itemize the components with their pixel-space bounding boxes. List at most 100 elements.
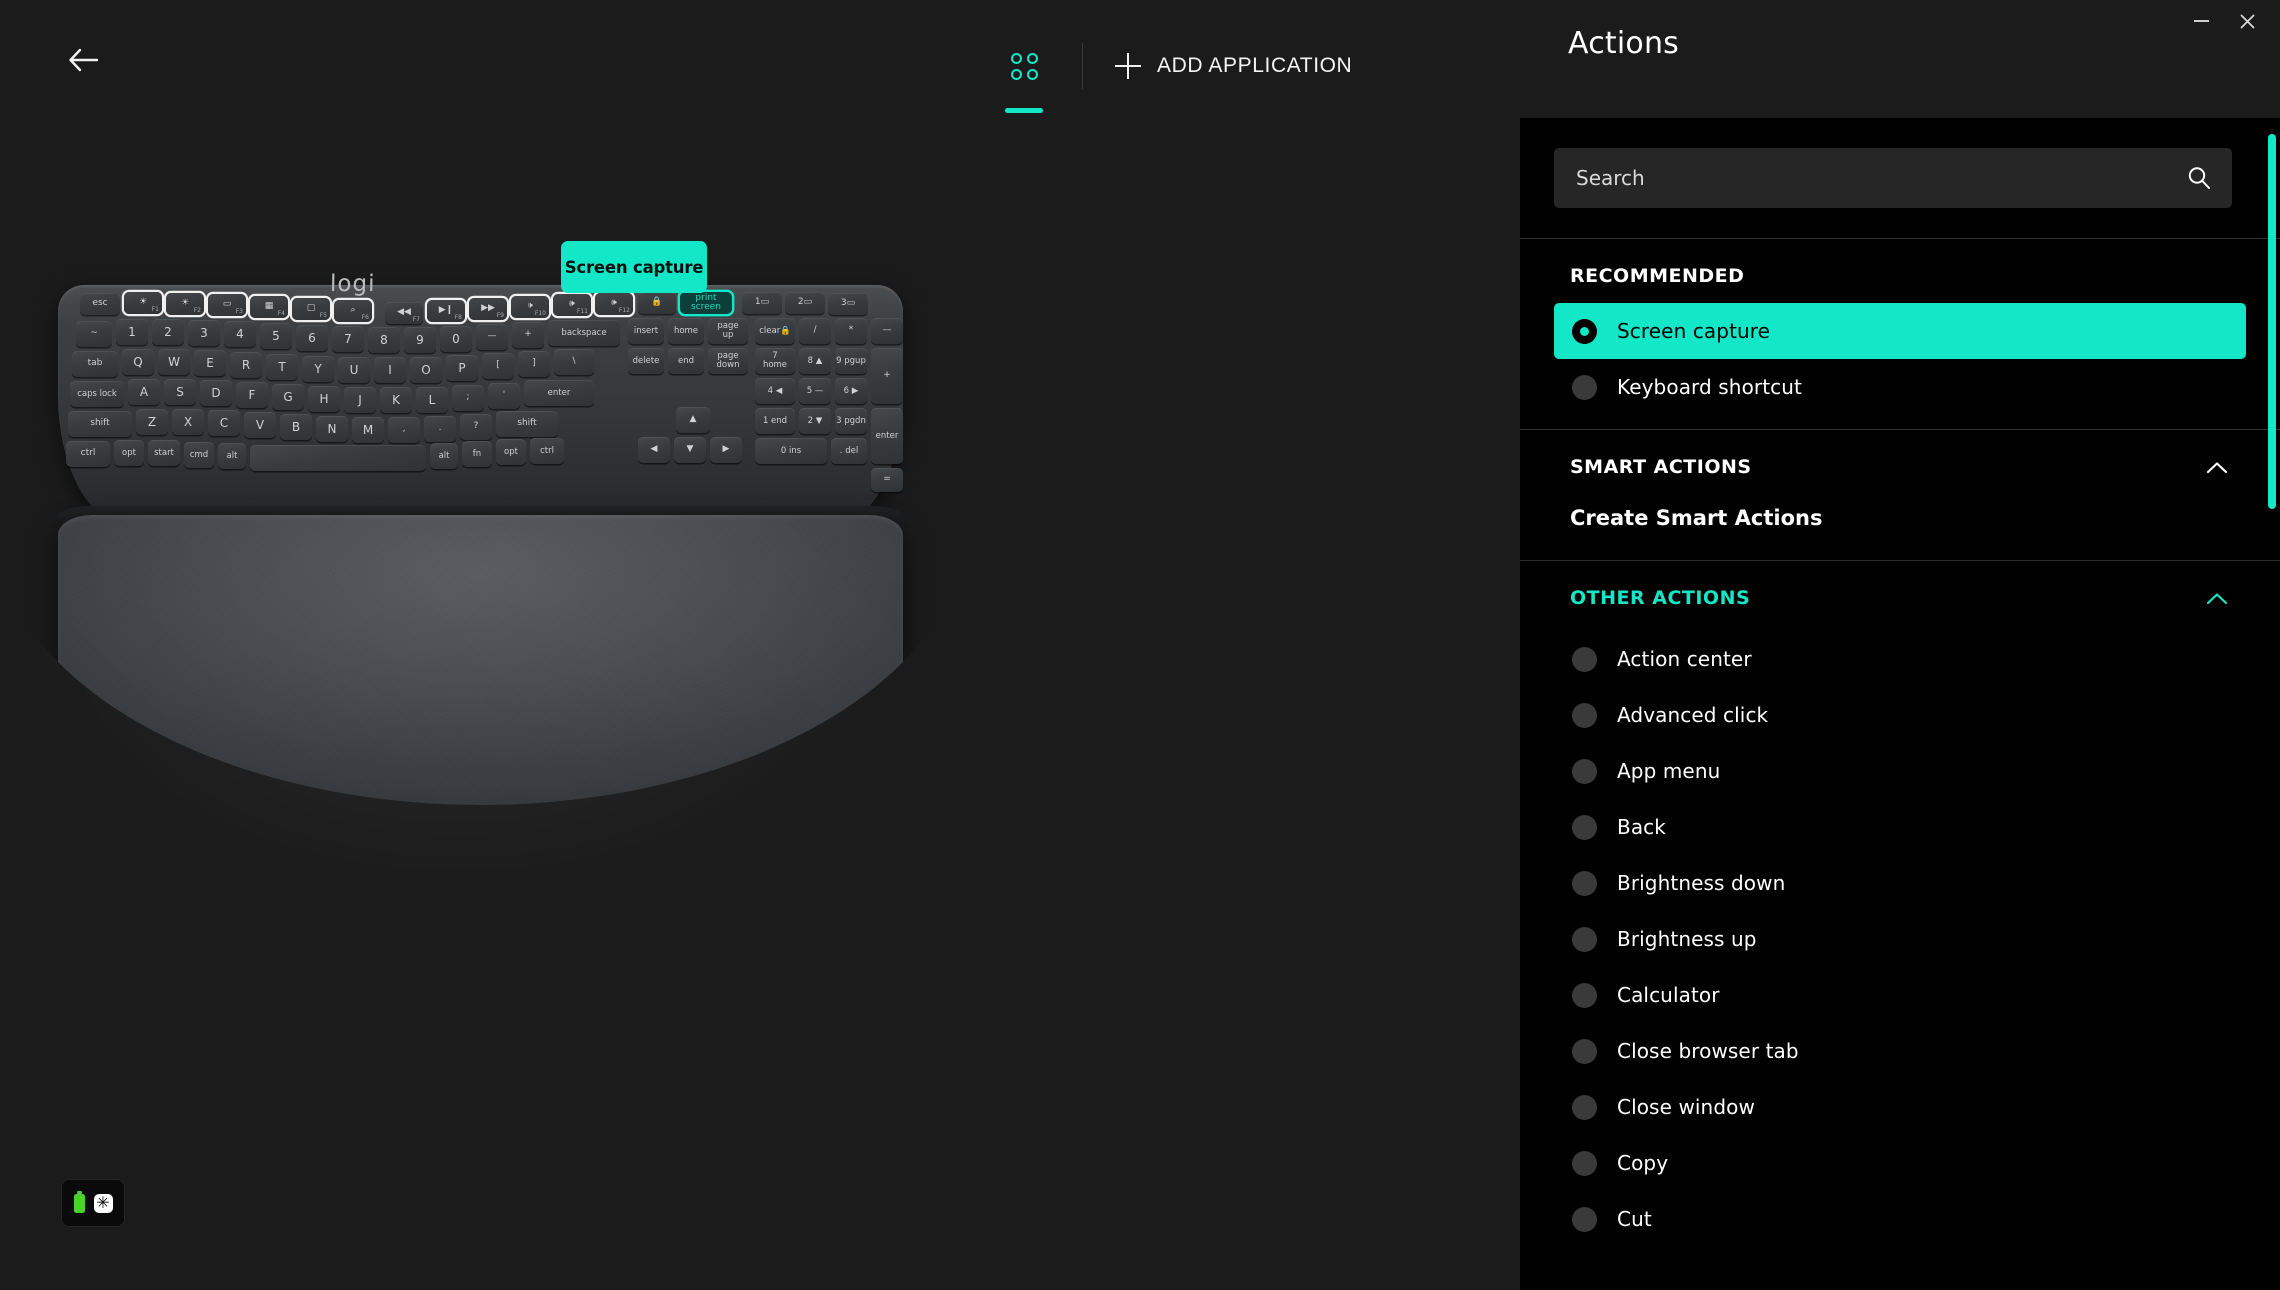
key-numpad-2[interactable]: 2 ▼ <box>799 408 831 434</box>
key-lock[interactable]: 🔒 <box>638 292 676 314</box>
key-ctrl-right[interactable]: ctrl <box>530 438 564 464</box>
key-v[interactable]: V <box>244 412 276 438</box>
key-quote[interactable]: ' <box>488 383 520 409</box>
key-1[interactable]: 1 <box>116 319 148 345</box>
key-numpad-equals[interactable]: = <box>871 468 903 492</box>
key-numpad-9[interactable]: 9 pgup <box>835 348 867 374</box>
key-numpad-7[interactable]: 7 home <box>755 348 795 374</box>
key-cmd-left[interactable]: cmd <box>184 442 214 468</box>
action-item-calculator[interactable]: Calculator <box>1554 967 2246 1023</box>
key-r[interactable]: R <box>230 352 262 378</box>
key-f5[interactable]: ▢ F5 <box>292 298 330 320</box>
key-l[interactable]: L <box>416 387 448 413</box>
key-home[interactable]: home <box>668 318 704 344</box>
key-u[interactable]: U <box>338 357 370 383</box>
action-item-action-center[interactable]: Action center <box>1554 631 2246 687</box>
key-opt-right[interactable]: opt <box>496 439 526 465</box>
key-numpad-1[interactable]: 1 end <box>755 408 795 434</box>
key-semicolon[interactable]: ; <box>452 385 484 411</box>
key-i[interactable]: I <box>374 357 406 383</box>
key-f10[interactable]: 🕩 F10 <box>511 296 549 318</box>
key-numpad-decimal[interactable]: . del <box>831 438 867 464</box>
key-f6[interactable]: ⌕ F6 <box>334 300 372 322</box>
key-0[interactable]: 0 <box>440 326 472 352</box>
section-header-smart-actions[interactable]: SMART ACTIONS <box>1520 430 2280 500</box>
key-p[interactable]: P <box>446 355 478 381</box>
key-numpad-minus[interactable]: — <box>871 318 903 344</box>
action-item-back[interactable]: Back <box>1554 799 2246 855</box>
key-alt-right[interactable]: alt <box>430 443 458 469</box>
action-item-cut[interactable]: Cut <box>1554 1191 2246 1247</box>
key-m[interactable]: M <box>352 417 384 443</box>
key-2[interactable]: 2 <box>152 319 184 345</box>
action-item-screen-capture[interactable]: Screen capture <box>1554 303 2246 359</box>
key-enter[interactable]: enter <box>524 380 594 406</box>
key-x[interactable]: X <box>172 409 204 435</box>
key-delete[interactable]: delete <box>628 348 664 374</box>
key-alt-left[interactable]: alt <box>218 443 246 469</box>
close-button[interactable] <box>2224 4 2270 38</box>
key-f7[interactable]: ◀◀ F7 <box>385 302 423 324</box>
key-o[interactable]: O <box>410 357 442 383</box>
key-numpad-divide[interactable]: / <box>799 318 831 344</box>
key-page-up[interactable]: page up <box>708 318 748 344</box>
key-f3[interactable]: ▭ F3 <box>208 294 246 316</box>
action-item-keyboard-shortcut[interactable]: Keyboard shortcut <box>1554 359 2246 415</box>
action-item-app-menu[interactable]: App menu <box>1554 743 2246 799</box>
key-f1[interactable]: ☀ F1 <box>124 292 162 314</box>
action-item-brightness-up[interactable]: Brightness up <box>1554 911 2246 967</box>
key-y[interactable]: Y <box>302 356 334 382</box>
key-s[interactable]: S <box>164 379 196 405</box>
key-backslash[interactable]: \ <box>554 349 594 375</box>
key-c[interactable]: C <box>208 410 240 436</box>
key-numpad-8[interactable]: 8 ▲ <box>799 348 831 374</box>
search-icon[interactable] <box>2186 165 2212 191</box>
key-esc[interactable]: esc <box>80 293 120 315</box>
key-page-down[interactable]: page down <box>708 348 748 374</box>
minimize-button[interactable] <box>2178 4 2224 38</box>
device-status-bar[interactable]: ✳ <box>62 1180 124 1226</box>
key-numpad-multiply[interactable]: * <box>835 318 867 344</box>
key-numpad-5[interactable]: 5 — <box>799 378 831 404</box>
key-arrow-up[interactable]: ▲ <box>676 407 710 433</box>
key-q[interactable]: Q <box>122 349 154 375</box>
key-8[interactable]: 8 <box>368 327 400 353</box>
key-period[interactable]: . <box>424 416 456 442</box>
back-button[interactable] <box>62 38 106 82</box>
key-insert[interactable]: insert <box>628 318 664 344</box>
key-f[interactable]: F <box>236 382 268 408</box>
key-g[interactable]: G <box>272 384 304 410</box>
key-arrow-down[interactable]: ▼ <box>674 437 706 463</box>
key-numpad-3[interactable]: 3 pgdn <box>835 408 867 434</box>
key-shift-left[interactable]: shift <box>68 411 132 437</box>
create-smart-actions-link[interactable]: Create Smart Actions <box>1520 500 2280 560</box>
section-header-other-actions[interactable]: OTHER ACTIONS <box>1520 561 2280 631</box>
key-device-1[interactable]: 1▭ <box>742 292 782 314</box>
key-device-2[interactable]: 2▭ <box>785 292 825 314</box>
key-end[interactable]: end <box>668 348 704 374</box>
key-device-3[interactable]: 3▭ <box>828 293 868 315</box>
key-4[interactable]: 4 <box>224 321 256 347</box>
key-fn[interactable]: fn <box>462 441 492 467</box>
key-h[interactable]: H <box>308 386 340 412</box>
action-item-brightness-down[interactable]: Brightness down <box>1554 855 2246 911</box>
key-b[interactable]: B <box>280 414 312 440</box>
key-k[interactable]: K <box>380 387 412 413</box>
key-f2[interactable]: ☀ F2 <box>166 293 204 315</box>
key-tab[interactable]: tab <box>72 351 118 377</box>
panel-scrollbar[interactable] <box>2268 118 2276 1290</box>
action-item-close-browser-tab[interactable]: Close browser tab <box>1554 1023 2246 1079</box>
key-z[interactable]: Z <box>136 409 168 435</box>
key-print-screen[interactable]: print screen <box>680 292 732 314</box>
key-f9[interactable]: ▶▶ F9 <box>469 298 507 320</box>
add-application-button[interactable]: ADD APPLICATION <box>1111 47 1356 85</box>
key-3[interactable]: 3 <box>188 320 220 346</box>
key-numpad-0[interactable]: 0 ins <box>755 438 827 464</box>
key-a[interactable]: A <box>128 379 160 405</box>
search-box[interactable] <box>1554 148 2232 208</box>
key-arrow-right[interactable]: ▶ <box>710 437 742 463</box>
key-6[interactable]: 6 <box>296 325 328 351</box>
key-bracket-left[interactable]: [ <box>482 353 514 379</box>
key-numpad-4[interactable]: 4 ◀ <box>755 378 795 404</box>
key-spacebar[interactable] <box>250 445 426 471</box>
